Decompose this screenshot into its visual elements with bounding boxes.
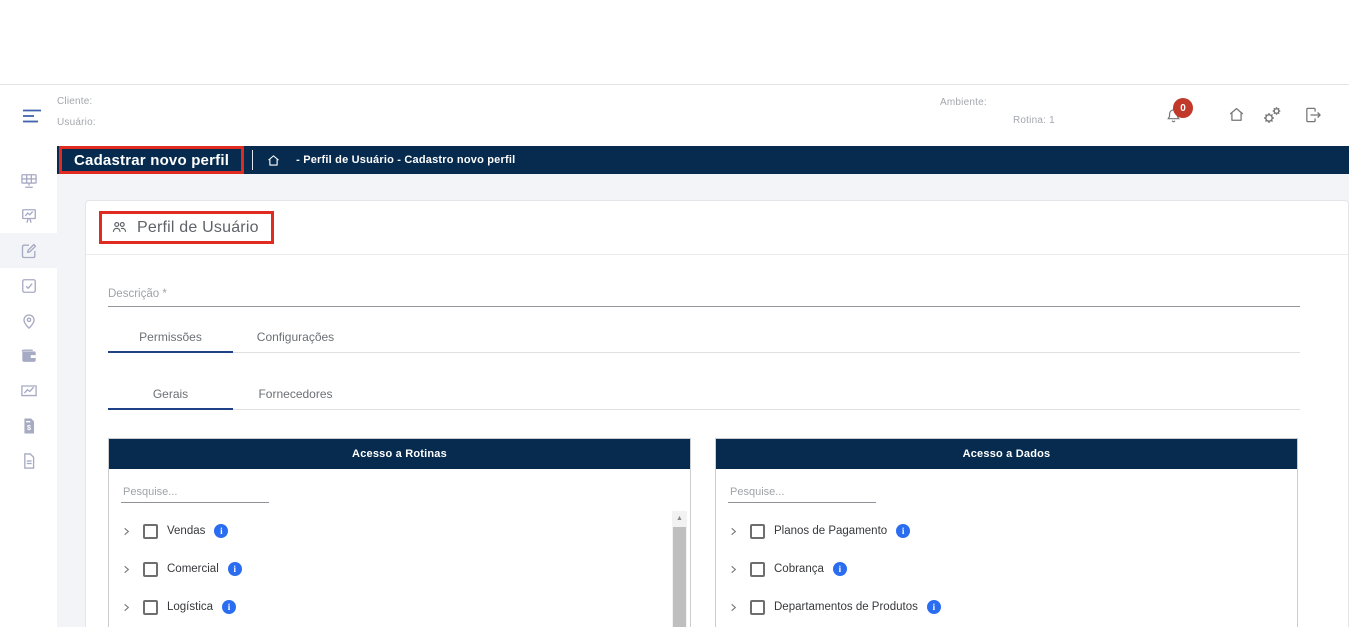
tree-row-cobranca: Cobrança i [716,550,1297,588]
users-icon [112,221,127,232]
settings-gears-icon [1264,107,1281,123]
document-icon [23,452,34,469]
info-icon[interactable]: i [214,524,229,538]
home-icon [268,154,279,166]
chevron-right-icon[interactable] [728,526,739,537]
notifications-button[interactable]: 0 [1164,98,1196,130]
panel-grid-icon [20,173,37,188]
sidebar-item-invoice[interactable]: $ [0,408,57,443]
section-title: Perfil de Usuário [137,218,259,236]
page-header-bar: Cadastrar novo perfil - Perfil de Usuári… [57,146,1349,174]
panel-acesso-rotinas: Acesso a Rotinas Vendas i Comer [108,438,691,627]
logout-button[interactable] [1303,105,1323,125]
chevron-right-icon[interactable] [728,564,739,575]
tree-row-vendas: Vendas i [109,512,690,550]
section-title-box: Perfil de Usuário [99,211,274,244]
sidebar-item-presentation-chart[interactable] [0,198,57,233]
checkbox-cobranca[interactable] [750,561,765,577]
breadcrumb-home-button[interactable] [266,153,281,168]
sub-tabs: Gerais Fornecedores [108,378,1300,410]
task-check-icon [21,278,36,293]
tree-row-comercial: Comercial i [109,550,690,588]
panel-title: Acesso a Rotinas [109,439,690,469]
chart-board-icon [20,384,37,396]
menu-hamburger-icon[interactable] [20,104,44,128]
tree-row-planos-pagamento: Planos de Pagamento i [716,512,1297,550]
description-input[interactable] [108,282,1300,307]
rotinas-search-input[interactable] [121,482,269,503]
tab-permissoes[interactable]: Permissões [108,321,233,353]
card-header: Perfil de Usuário [86,201,1348,255]
user-label: Usuário: [57,117,96,128]
breadcrumb: - Perfil de Usuário - Cadastro novo perf… [296,154,516,166]
settings-button[interactable] [1261,103,1285,127]
info-icon[interactable]: i [832,562,847,576]
home-icon [1229,108,1244,121]
sidebar-item-wallet[interactable] [0,338,57,373]
sidebar-item-document[interactable] [0,443,57,478]
checkbox-planos-pagamento[interactable] [750,523,765,539]
tab-fornecedores[interactable]: Fornecedores [233,378,358,409]
rotinas-tree: Vendas i Comercial i Logística i [109,512,690,626]
dados-tree: Planos de Pagamento i Cobrança i Departa… [716,512,1297,626]
page-title: Cadastrar novo perfil [59,146,245,174]
sidebar-item-task-check[interactable] [0,268,57,303]
presentation-chart-icon [21,208,36,223]
tree-row-departamentos-produtos: Departamentos de Produtos i [716,588,1297,626]
chevron-right-icon[interactable] [728,602,739,613]
checkbox-logistica[interactable] [143,599,158,615]
info-icon[interactable]: i [222,600,237,614]
edit-icon [21,243,36,258]
scrollbar-thumb[interactable] [673,527,686,627]
client-label: Cliente: [57,96,93,107]
app-window: Cliente: Usuário: Ambiente: Rotina: 1 0 [0,0,1349,627]
tab-configuracoes[interactable]: Configurações [233,321,358,352]
checkbox-comercial[interactable] [143,561,158,577]
sidebar-item-edit[interactable] [0,233,57,268]
scroll-up-button[interactable]: ▲ [672,511,687,526]
dados-search-input[interactable] [728,482,876,503]
tree-row-logistica: Logística i [109,588,690,626]
header-divider [252,150,254,170]
invoice-icon: $ [23,418,34,433]
checkbox-departamentos-produtos[interactable] [750,599,765,615]
home-button[interactable] [1227,105,1246,124]
info-icon[interactable]: i [227,562,242,576]
sidebar-item-panel-grid[interactable] [0,163,57,198]
sidebar-item-chart-board[interactable] [0,373,57,408]
environment-label: Ambiente: [940,97,987,108]
chevron-right-icon[interactable] [121,564,132,575]
info-icon[interactable]: i [926,600,941,614]
main-tabs: Permissões Configurações [108,321,1300,353]
routine-label: Rotina: 1 [1013,115,1055,126]
logout-icon [1306,107,1321,123]
sidebar-item-location[interactable] [0,303,57,338]
content-area: Perfil de Usuário Permissões Configuraçõ… [57,174,1349,627]
chevron-right-icon[interactable] [121,526,132,537]
wallet-icon [21,349,36,362]
vertical-scrollbar[interactable]: ▲ [672,511,687,627]
panel-title: Acesso a Dados [716,439,1297,469]
location-pin-icon [22,313,35,329]
notification-badge: 0 [1173,98,1193,118]
panel-acesso-dados: Acesso a Dados Planos de Pagamento i [715,438,1298,627]
chevron-right-icon[interactable] [121,602,132,613]
active-subtab-underline [108,408,233,410]
info-icon[interactable]: i [896,524,911,538]
topbar: Cliente: Usuário: Ambiente: Rotina: 1 0 [0,85,1349,146]
sidebar: $ [0,146,57,627]
profile-card: Perfil de Usuário Permissões Configuraçõ… [85,200,1349,627]
checkbox-vendas[interactable] [143,523,158,539]
active-tab-underline [108,351,233,353]
tab-gerais[interactable]: Gerais [108,378,233,410]
